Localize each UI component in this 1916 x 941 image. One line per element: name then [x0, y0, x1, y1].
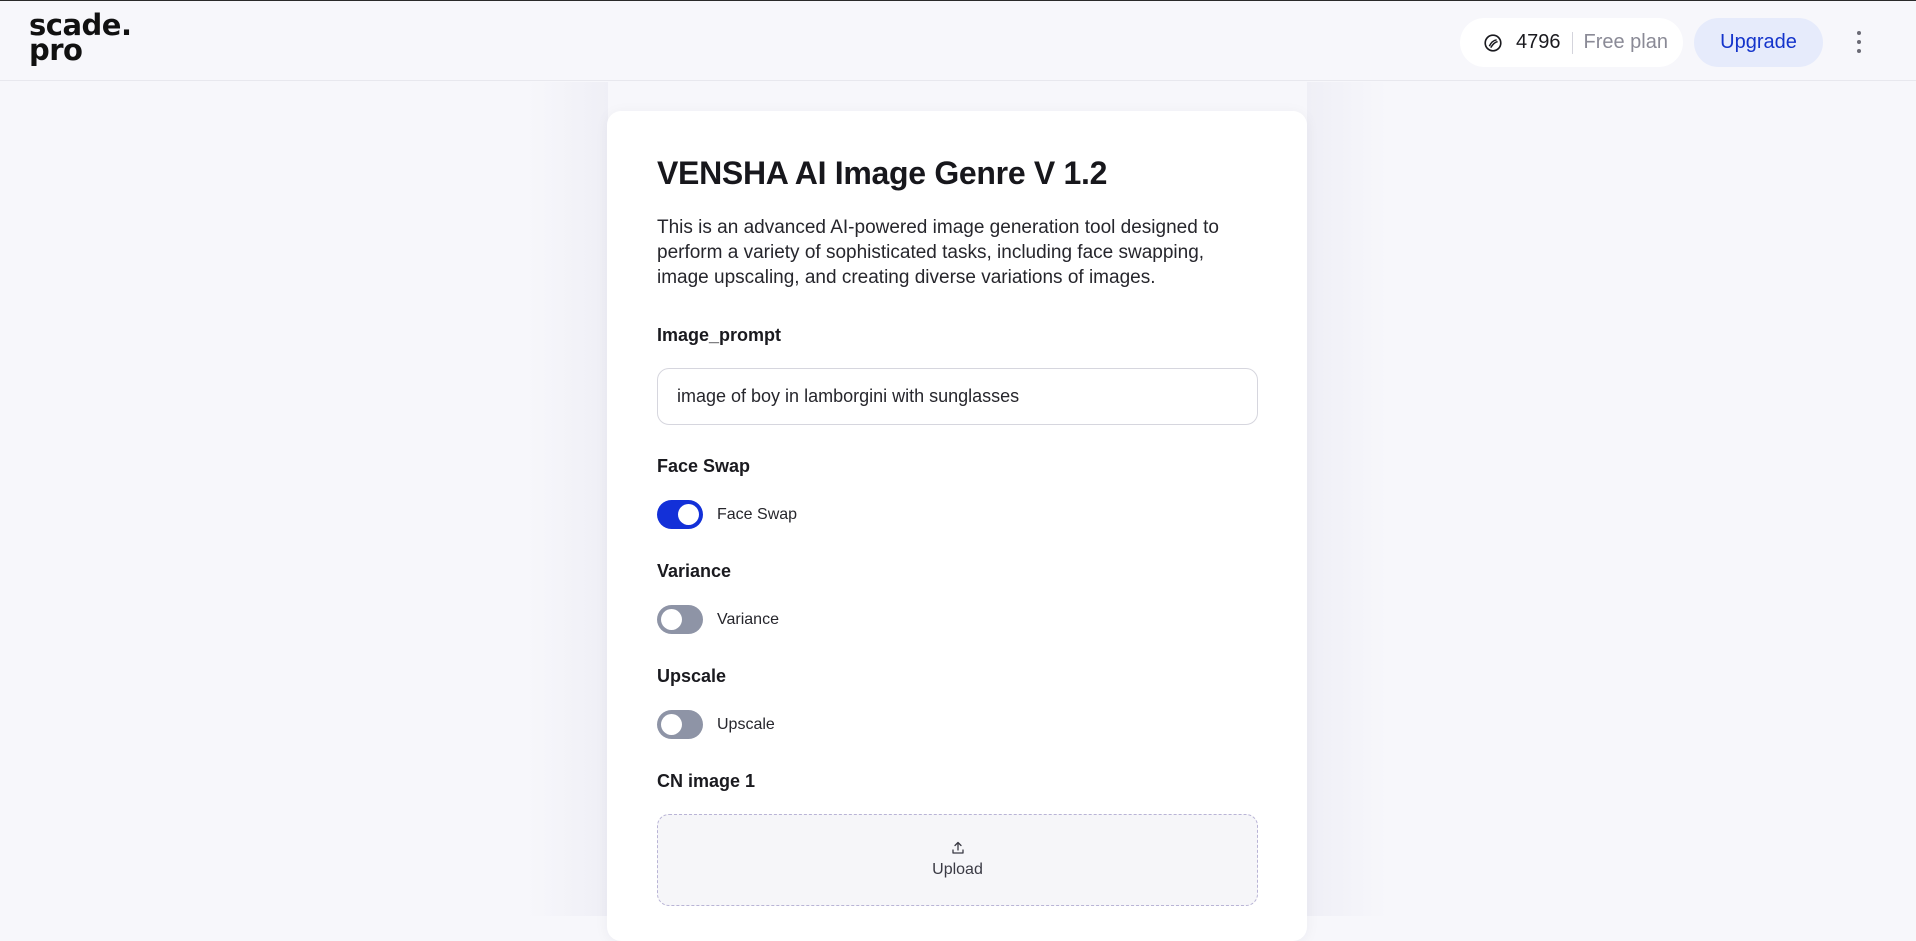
- page-description: This is an advanced AI-powered image gen…: [657, 217, 1219, 288]
- page-backdrop-left: [528, 82, 608, 916]
- variance-toggle[interactable]: [657, 605, 703, 634]
- credits-divider: [1571, 31, 1573, 54]
- image-prompt-label: Image_prompt: [657, 325, 782, 345]
- upscale-toggle[interactable]: [657, 710, 703, 739]
- form-card: VENSHA AI Image Genre V 1.2 This is an a…: [607, 111, 1307, 941]
- upscale-toggle-text: Upscale: [717, 715, 775, 733]
- kebab-menu-icon[interactable]: [1848, 29, 1870, 55]
- credits-badge[interactable]: 4796 Free plan: [1460, 18, 1683, 67]
- variance-toggle-text: Variance: [717, 610, 779, 628]
- kebab-dot: [1857, 40, 1861, 44]
- variance-row: Variance: [657, 605, 779, 634]
- upload-icon: [951, 841, 964, 854]
- face-swap-toggle-text: Face Swap: [717, 505, 798, 523]
- plan-label: Free plan: [1583, 31, 1669, 53]
- upscale-row: Upscale: [657, 710, 775, 739]
- variance-label: Variance: [657, 561, 732, 581]
- coin-icon: [1484, 33, 1502, 52]
- top-bar: scade. pro 4796 Free plan Upgrade: [0, 0, 1916, 81]
- page-title: VENSHA AI Image Genre V 1.2: [657, 155, 1108, 191]
- toggle-knob: [661, 714, 682, 735]
- page-backdrop-right: [1307, 82, 1387, 916]
- upload-dropzone[interactable]: Upload: [657, 814, 1258, 906]
- cn-image-label: CN image 1: [657, 771, 756, 791]
- face-swap-toggle[interactable]: [657, 500, 703, 529]
- credits-count: 4796: [1516, 31, 1561, 53]
- upgrade-button[interactable]: Upgrade: [1694, 18, 1823, 67]
- kebab-dot: [1857, 31, 1861, 35]
- toggle-knob: [661, 609, 682, 630]
- toggle-knob: [678, 504, 699, 525]
- upload-label: Upload: [932, 861, 983, 878]
- face-swap-label: Face Swap: [657, 456, 751, 476]
- image-prompt-input[interactable]: [657, 368, 1258, 425]
- face-swap-row: Face Swap: [657, 500, 797, 529]
- logo[interactable]: scade. pro: [29, 11, 132, 65]
- kebab-dot: [1857, 49, 1861, 53]
- upscale-label: Upscale: [657, 666, 727, 686]
